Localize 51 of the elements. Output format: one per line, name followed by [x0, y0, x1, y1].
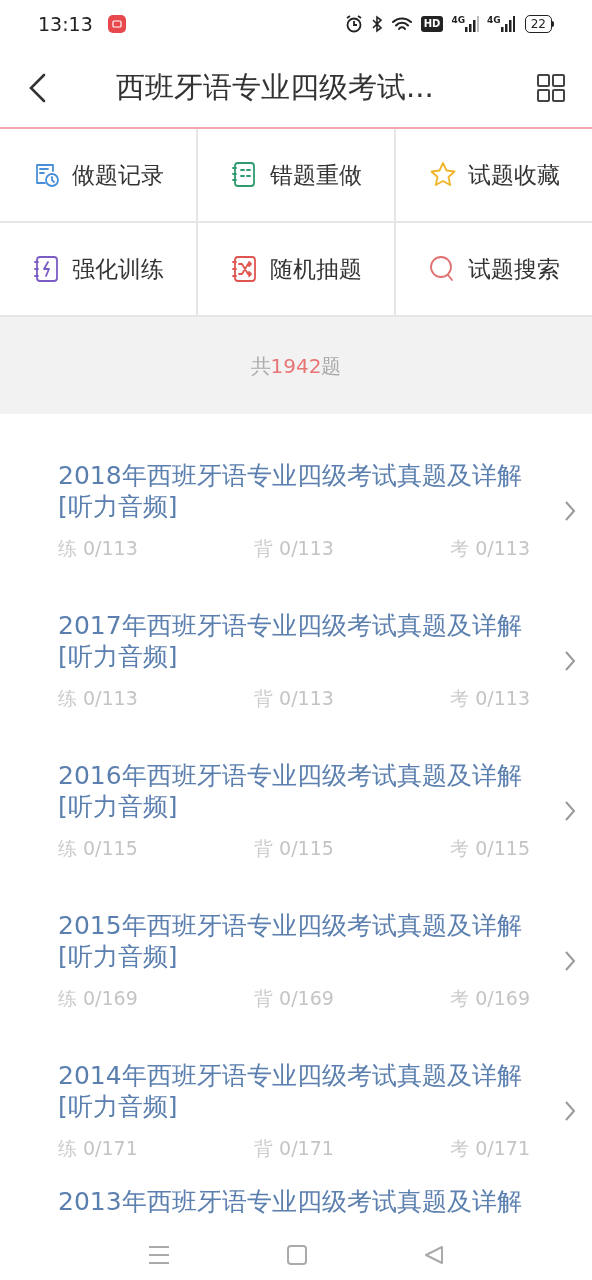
menu-icon[interactable] — [148, 1245, 171, 1265]
stat-value: 0/113 — [475, 685, 530, 711]
signal-icon — [500, 16, 515, 32]
bluetooth-icon — [370, 15, 383, 33]
battery-indicator: 22 — [524, 15, 554, 33]
action-button[interactable]: 试题收藏 — [396, 129, 592, 221]
stat-value: 0/115 — [475, 835, 530, 861]
action-button[interactable]: 错题重做 — [198, 129, 394, 221]
page-title: 西班牙语专业四级考试... — [116, 68, 434, 106]
network-type: 4G — [487, 16, 501, 25]
exam-title[interactable]: 2013年西班牙语专业四级考试真题及详解 — [58, 1187, 522, 1216]
alarm-icon — [344, 15, 363, 33]
stat-value: 0/113 — [279, 535, 334, 561]
action-button[interactable]: 试题搜索 — [396, 223, 592, 315]
stat-value: 0/113 — [83, 685, 138, 711]
exam-title: 2016年西班牙语专业四级考试真题及详解[听力音频] — [58, 759, 523, 822]
action-button[interactable]: 强化训练 — [0, 223, 196, 315]
chevron-icon — [564, 500, 576, 522]
exam-title: 2017年西班牙语专业四级考试真题及详解[听力音频] — [58, 609, 523, 672]
exam-title: 2015年西班牙语专业四级考试真题及详解[听力音频] — [58, 909, 523, 972]
signal-icon — [465, 16, 480, 32]
summary-suffix: 题 — [321, 352, 342, 380]
back-triangle-icon[interactable] — [423, 1245, 444, 1265]
summary-prefix: 共 — [250, 352, 271, 380]
stat-value: 0/171 — [83, 1135, 138, 1161]
stat-value: 0/169 — [279, 985, 334, 1011]
exam-title: 2018年西班牙语专业四级考试真题及详解[听力音频] — [58, 459, 523, 522]
stat-value: 0/169 — [83, 985, 138, 1011]
action-button[interactable]: 做题记录 — [0, 129, 196, 221]
network-type: 4G — [451, 16, 466, 25]
question-count: 1942 — [270, 352, 322, 380]
chevron-icon — [564, 1100, 576, 1122]
stat-value: 0/113 — [279, 685, 334, 711]
action-button[interactable]: 随机抽题 — [198, 223, 394, 315]
home-icon[interactable] — [287, 1245, 307, 1265]
chevron-icon — [564, 950, 576, 972]
wifi-icon — [390, 15, 413, 33]
stat-value: 0/113 — [83, 535, 138, 561]
stat-value: 0/171 — [475, 1135, 530, 1161]
stat-value: 0/115 — [83, 835, 138, 861]
status-time: 13:13 — [38, 11, 93, 37]
chevron-icon — [564, 800, 576, 822]
stat-value: 0/115 — [279, 835, 334, 861]
app-notification-icon — [106, 14, 127, 34]
hd-badge: HD — [420, 16, 444, 32]
stat-value: 0/169 — [475, 985, 530, 1011]
chevron-icon — [564, 650, 576, 672]
stat-value: 0/113 — [475, 535, 530, 561]
exam-title: 2014年西班牙语专业四级考试真题及详解[听力音频] — [58, 1059, 523, 1122]
stat-value: 0/171 — [279, 1135, 334, 1161]
grid-icon[interactable] — [536, 72, 566, 103]
